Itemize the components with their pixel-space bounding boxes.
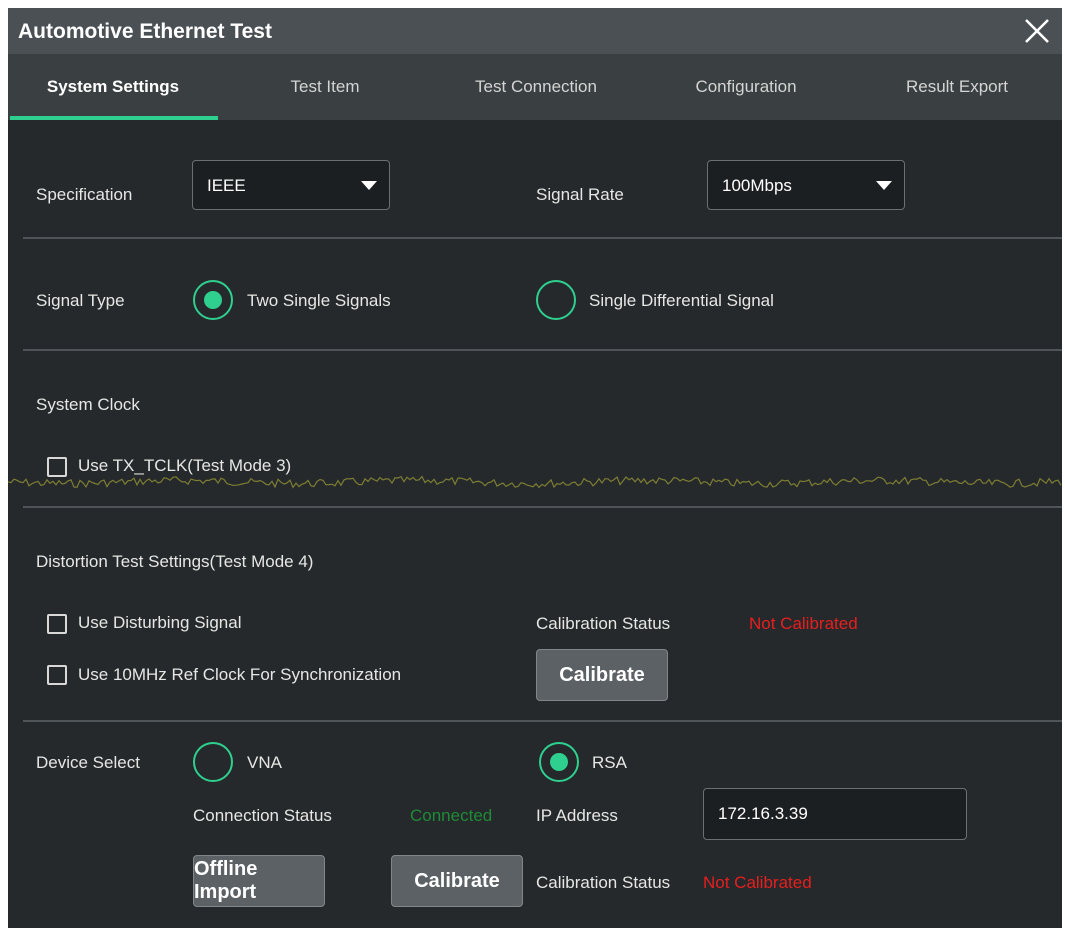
- close-icon: [1025, 19, 1049, 43]
- ip-address-value: 172.16.3.39: [718, 804, 808, 823]
- single-differential-signal-label: Single Differential Signal: [589, 291, 774, 310]
- radio-selected-dot: [550, 753, 568, 771]
- distortion-settings-heading: Distortion Test Settings(Test Mode 4): [36, 552, 314, 571]
- calibration-status-label: Calibration Status: [536, 614, 671, 633]
- tab-system-settings[interactable]: System Settings: [8, 54, 218, 120]
- divider: [23, 237, 1062, 239]
- radio-vna[interactable]: [193, 742, 233, 782]
- chevron-down-icon: [876, 181, 892, 190]
- signal-rate-select[interactable]: 100Mbps: [707, 160, 905, 210]
- title-bar: Automotive Ethernet Test: [8, 8, 1062, 54]
- specification-select[interactable]: IEEE: [192, 160, 390, 210]
- vna-label: VNA: [247, 753, 282, 772]
- system-settings-panel: Specification IEEE Signal Rate 100Mbps S…: [8, 120, 1062, 928]
- background-waveform-trace: [8, 475, 1062, 489]
- two-single-signals-label: Two Single Signals: [247, 291, 391, 310]
- use-ref-clock-checkbox[interactable]: [47, 665, 67, 685]
- device-calibration-status-label: Calibration Status: [536, 873, 671, 892]
- offline-import-button[interactable]: Offline Import: [193, 855, 325, 907]
- close-button[interactable]: [1022, 16, 1052, 46]
- ip-address-label: IP Address: [536, 806, 618, 825]
- tab-configuration[interactable]: Configuration: [641, 54, 851, 120]
- radio-selected-dot: [204, 291, 222, 309]
- connection-status-label: Connection Status: [193, 806, 332, 825]
- ip-address-input[interactable]: 172.16.3.39: [703, 788, 967, 840]
- use-disturbing-signal-label: Use Disturbing Signal: [78, 613, 242, 632]
- divider: [23, 349, 1062, 351]
- rsa-label: RSA: [592, 753, 627, 772]
- chevron-down-icon: [361, 181, 377, 190]
- system-clock-heading: System Clock: [36, 395, 140, 414]
- specification-value: IEEE: [207, 176, 246, 195]
- radio-rsa[interactable]: [539, 742, 579, 782]
- specification-label: Specification: [36, 185, 133, 204]
- signal-rate-value: 100Mbps: [722, 176, 792, 195]
- radio-single-differential-signal[interactable]: [536, 280, 576, 320]
- calibration-status-value: Not Calibrated: [749, 614, 858, 633]
- calibrate-button[interactable]: Calibrate: [536, 649, 668, 701]
- device-select-label: Device Select: [36, 753, 140, 772]
- device-calibrate-button[interactable]: Calibrate: [391, 855, 523, 907]
- radio-two-single-signals[interactable]: [193, 280, 233, 320]
- signal-rate-label: Signal Rate: [536, 185, 624, 204]
- connection-status-value: Connected: [410, 806, 493, 825]
- tab-test-connection[interactable]: Test Connection: [431, 54, 641, 120]
- use-disturbing-signal-checkbox[interactable]: [47, 614, 67, 634]
- signal-type-label: Signal Type: [36, 291, 125, 310]
- divider: [23, 506, 1062, 508]
- divider: [23, 720, 1062, 722]
- use-ref-clock-label: Use 10MHz Ref Clock For Synchronization: [78, 665, 402, 684]
- tab-result-export[interactable]: Result Export: [852, 54, 1062, 120]
- device-calibration-status-value: Not Calibrated: [703, 873, 812, 892]
- window-title: Automotive Ethernet Test: [18, 20, 272, 43]
- tab-test-item[interactable]: Test Item: [220, 54, 430, 120]
- tab-bar: System Settings Test Item Test Connectio…: [8, 54, 1062, 120]
- automotive-ethernet-test-dialog: Automotive Ethernet Test System Settings…: [8, 8, 1062, 928]
